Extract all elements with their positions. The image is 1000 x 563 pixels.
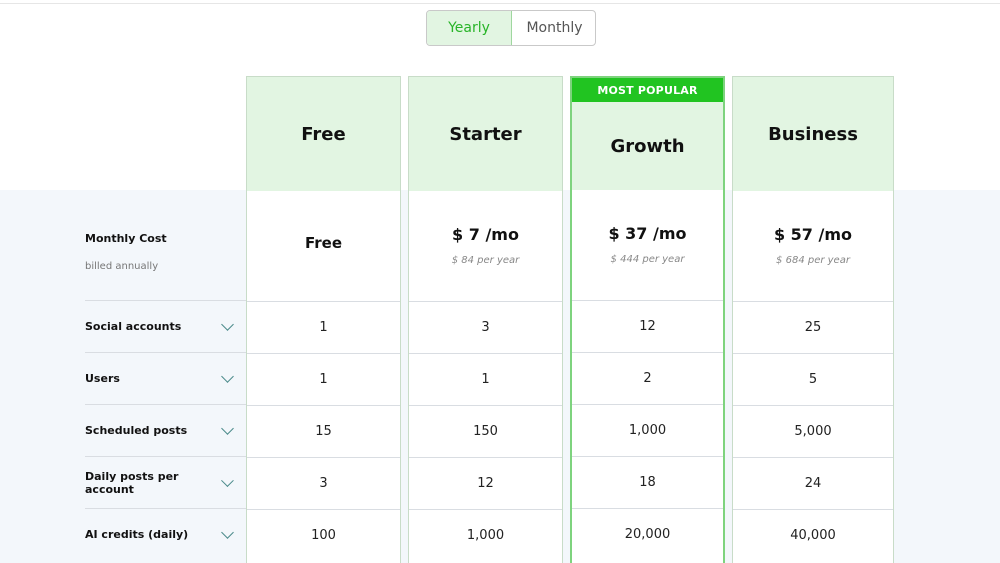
price-amount: $ 7 /mo xyxy=(452,225,519,244)
plan-cell: 12 xyxy=(572,300,723,352)
billing-toggle: Yearly Monthly xyxy=(426,10,596,46)
plan-cell: 5 xyxy=(733,353,893,405)
chevron-down-icon xyxy=(221,422,234,435)
plan-cell: 5,000 xyxy=(733,405,893,457)
most-popular-badge: MOST POPULAR xyxy=(572,78,723,102)
price-amount: $ 37 /mo xyxy=(608,224,687,243)
plan-cell: 3 xyxy=(409,301,562,353)
row-social-accounts[interactable]: Social accounts xyxy=(85,300,246,352)
monthly-cost-label: Monthly Cost xyxy=(85,232,167,245)
plan-cell: 25 xyxy=(733,301,893,353)
price-per-year: $ 444 per year xyxy=(610,254,685,265)
plan-cell: 15 xyxy=(247,405,400,457)
plan-column-free: Free Free 1 1 15 3 100 xyxy=(246,76,401,563)
plan-price: $ 7 /mo $ 84 per year xyxy=(409,191,562,301)
plan-cell: 150 xyxy=(409,405,562,457)
yearly-toggle-button[interactable]: Yearly xyxy=(427,11,512,45)
plan-cell: 2 xyxy=(572,352,723,404)
plan-column-growth: MOST POPULAR Growth $ 37 /mo $ 444 per y… xyxy=(570,76,725,563)
plan-cell: 1,000 xyxy=(572,404,723,456)
plan-cell: 100 xyxy=(247,509,400,561)
plan-name: Free xyxy=(247,77,400,191)
top-divider xyxy=(0,0,1000,4)
plan-column-business: Business $ 57 /mo $ 684 per year 25 5 5,… xyxy=(732,76,894,563)
row-ai-credits[interactable]: AI credits (daily) xyxy=(85,508,246,560)
billed-annually-note: billed annually xyxy=(85,261,159,272)
pricing-page: Yearly Monthly Monthly Cost billed annua… xyxy=(0,0,1000,563)
plan-name: Growth xyxy=(572,102,723,190)
plan-cell: 1,000 xyxy=(409,509,562,561)
plan-cell: 24 xyxy=(733,457,893,509)
plan-price: Free xyxy=(247,191,400,301)
plan-column-starter: Starter $ 7 /mo $ 84 per year 3 1 150 12… xyxy=(408,76,563,563)
row-label: Daily posts per account xyxy=(85,469,179,496)
plan-cell: 3 xyxy=(247,457,400,509)
plan-cell: 1 xyxy=(247,353,400,405)
row-label: AI credits (daily) xyxy=(85,528,189,541)
price-per-year: $ 84 per year xyxy=(451,255,520,266)
plan-cell: 20,000 xyxy=(572,508,723,560)
plan-name: Business xyxy=(733,77,893,191)
row-daily-posts[interactable]: Daily posts per account xyxy=(85,456,246,508)
chevron-down-icon xyxy=(221,318,234,331)
chevron-down-icon xyxy=(221,370,234,383)
row-label: Scheduled posts xyxy=(85,424,188,437)
row-label: Users xyxy=(85,372,120,385)
plan-price: $ 37 /mo $ 444 per year xyxy=(572,190,723,300)
price-amount: Free xyxy=(304,234,343,252)
plan-cell: 1 xyxy=(409,353,562,405)
row-label: Social accounts xyxy=(85,320,182,333)
plan-cell: 1 xyxy=(247,301,400,353)
row-users[interactable]: Users xyxy=(85,352,246,404)
plan-cell: 40,000 xyxy=(733,509,893,561)
monthly-toggle-button[interactable]: Monthly xyxy=(512,11,595,45)
price-per-year: $ 684 per year xyxy=(776,255,850,266)
plan-name: Starter xyxy=(409,77,562,191)
plan-cell: 18 xyxy=(572,456,723,508)
chevron-down-icon xyxy=(221,526,234,539)
price-amount: $ 57 /mo xyxy=(773,225,853,244)
feature-labels: Monthly Cost billed annually Social acco… xyxy=(85,190,246,563)
plan-cell: 12 xyxy=(409,457,562,509)
row-scheduled-posts[interactable]: Scheduled posts xyxy=(85,404,246,456)
plan-price: $ 57 /mo $ 684 per year xyxy=(733,191,893,301)
